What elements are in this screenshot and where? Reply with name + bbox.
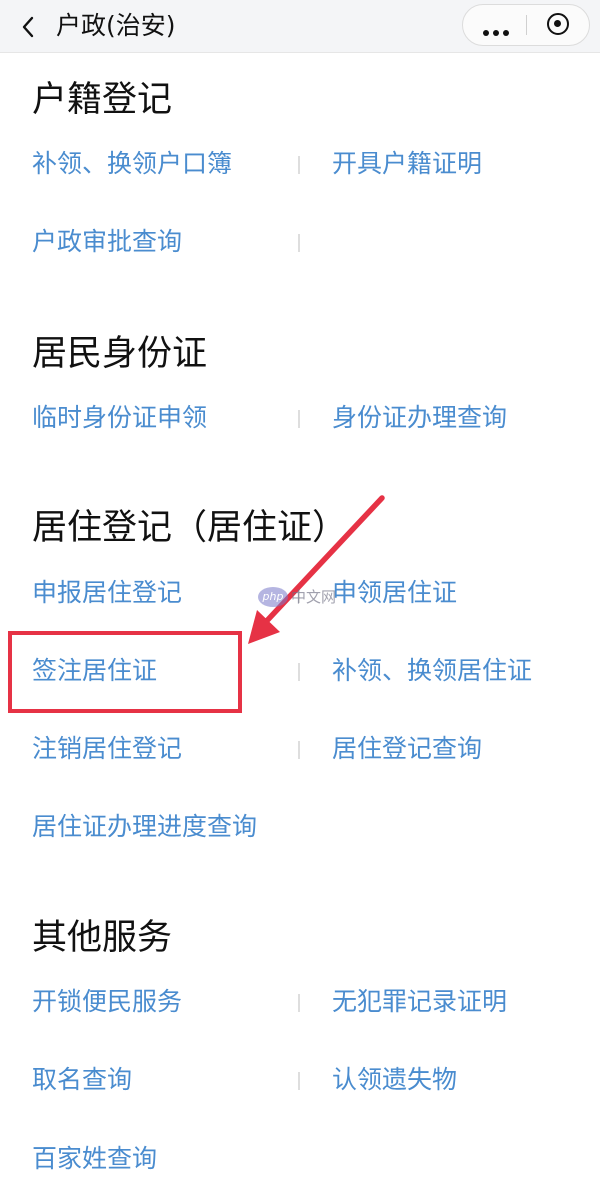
- link-reissue-residence-permit[interactable]: 补领、换领居住证: [332, 653, 532, 689]
- section-title-other-services: 其他服务: [32, 918, 173, 958]
- link-residence-registration-query[interactable]: 居住登记查询: [332, 731, 482, 767]
- column-divider: [298, 156, 300, 174]
- column-divider: [298, 663, 300, 681]
- link-unlocking-service[interactable]: 开锁便民服务: [32, 984, 182, 1020]
- link-cancel-residence-registration[interactable]: 注销居住登记: [32, 731, 182, 767]
- link-household-certificate[interactable]: 开具户籍证明: [332, 146, 482, 182]
- mini-program-capsule: [462, 4, 590, 46]
- highlight-box: [8, 631, 242, 713]
- section-title-resident-id: 居民身份证: [32, 334, 208, 374]
- link-reissue-household-booklet[interactable]: 补领、换领户口簿: [32, 146, 232, 182]
- column-divider: [298, 741, 300, 759]
- section-title-residence-registration: 居住登记（居住证）: [32, 508, 348, 548]
- link-no-criminal-record-certificate[interactable]: 无犯罪记录证明: [332, 984, 507, 1020]
- page-title: 户政(治安): [56, 11, 176, 40]
- link-id-processing-query[interactable]: 身份证办理查询: [332, 400, 507, 436]
- link-residence-permit-progress-query[interactable]: 居住证办理进度查询: [32, 809, 257, 845]
- link-household-approval-query[interactable]: 户政审批查询: [32, 224, 182, 260]
- column-divider: [298, 410, 300, 428]
- link-apply-residence-permit[interactable]: 申领居住证: [332, 575, 457, 611]
- more-button[interactable]: [463, 5, 526, 45]
- more-dots-icon: [483, 21, 513, 40]
- target-icon: [547, 13, 569, 35]
- section-title-household-registration: 户籍登记: [32, 80, 173, 120]
- column-divider: [298, 994, 300, 1012]
- watermark-text: 中文网: [291, 588, 337, 606]
- watermark-logo: php: [258, 587, 288, 607]
- nav-bar: 户政(治安): [0, 0, 600, 53]
- link-temporary-id-application[interactable]: 临时身份证申领: [32, 400, 207, 436]
- column-divider: [298, 1072, 300, 1090]
- column-divider: [298, 234, 300, 252]
- back-icon: [22, 16, 34, 38]
- back-button[interactable]: [12, 6, 48, 46]
- link-name-query[interactable]: 取名查询: [32, 1062, 132, 1098]
- link-claim-lost-property[interactable]: 认领遗失物: [332, 1062, 457, 1098]
- link-declare-residence-registration[interactable]: 申报居住登记: [32, 575, 182, 611]
- close-button[interactable]: [527, 5, 589, 45]
- link-surname-query[interactable]: 百家姓查询: [32, 1141, 157, 1177]
